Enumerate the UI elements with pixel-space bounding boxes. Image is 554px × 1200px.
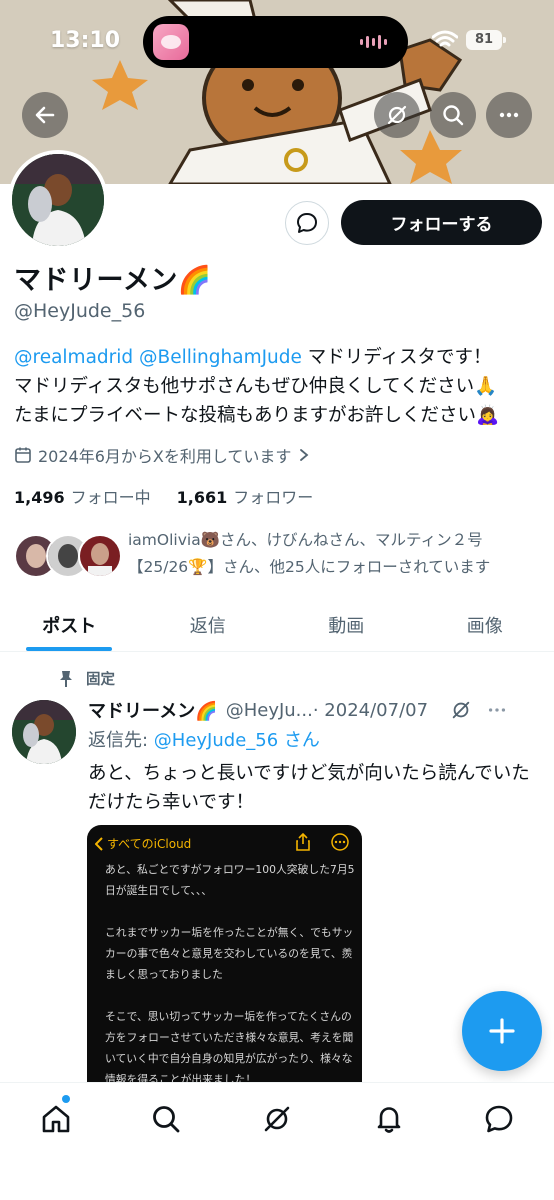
plus-icon — [489, 1018, 515, 1044]
post-header: マドリーメン🌈 @HeyJu... · 2024/07/07 — [88, 696, 544, 724]
following-count: 1,496 — [14, 488, 65, 507]
followers-label: フォロワー — [233, 488, 314, 507]
pin-icon — [60, 670, 72, 687]
grok-button[interactable] — [374, 92, 420, 138]
profile-bio: @realmadrid @BellinghamJude マドリディスタです！ マ… — [14, 343, 544, 430]
followers-stat[interactable]: 1,661 フォロワー — [177, 484, 314, 508]
avatar-photo — [12, 154, 104, 246]
reply-target-link[interactable]: @HeyJude_56 さん — [154, 730, 320, 751]
island-app-icon — [153, 24, 189, 60]
post-more-icon[interactable] — [486, 699, 508, 721]
followed-by-text: iamOlivia🐻さん、けびんねさん、マルティン２号 【25/26🏆】さん、他… — [128, 527, 548, 581]
bottom-nav — [0, 1082, 554, 1200]
reply-prefix: 返信先: — [88, 730, 154, 751]
nav-home[interactable] — [36, 1099, 76, 1139]
nav-grok[interactable] — [257, 1099, 297, 1139]
bio-mention-realmadrid[interactable]: @realmadrid — [14, 347, 133, 368]
bio-mention-bellingham[interactable]: @BellinghamJude — [139, 347, 302, 368]
pinned-label: 固定 — [86, 672, 115, 688]
profile-handle: @HeyJude_56 — [14, 300, 146, 322]
share-icon — [296, 833, 310, 851]
bio-text-2: マドリディスタも他サポさんもぜひ仲良くしてください🙏 — [14, 376, 498, 397]
notes-back-label: すべてのiCloud — [107, 837, 192, 851]
profile-name: マドリーメン🌈 — [14, 265, 213, 296]
post-date[interactable]: · 2024/07/07 — [313, 700, 428, 721]
more-button[interactable] — [486, 92, 532, 138]
follower-avatar-3 — [78, 534, 122, 578]
notes-back: すべてのiCloud — [95, 835, 191, 852]
back-button[interactable] — [22, 92, 68, 138]
grok-post-icon[interactable] — [450, 699, 472, 721]
follow-button[interactable]: フォローする — [341, 200, 542, 245]
tab-posts[interactable]: ポスト — [0, 598, 139, 651]
bell-icon — [377, 1107, 401, 1133]
search-icon — [153, 1106, 180, 1133]
arrow-left-icon — [35, 106, 55, 124]
post-author-name[interactable]: マドリーメン🌈 — [88, 697, 218, 723]
profile-avatar[interactable] — [8, 150, 108, 250]
more-horizontal-icon — [499, 112, 519, 118]
tab-replies[interactable]: 返信 — [139, 598, 278, 651]
tab-videos[interactable]: 動画 — [277, 598, 416, 651]
post-text: あと、ちょっと長いですけど気が向いたら読んでいただけたら幸いです！ — [88, 763, 530, 813]
status-time: 13:10 — [50, 28, 121, 53]
notes-more-icon — [331, 833, 349, 851]
grok-icon — [264, 1106, 290, 1132]
followers-count: 1,661 — [176, 488, 228, 507]
notification-dot — [62, 1095, 70, 1103]
messages-icon — [485, 1105, 513, 1133]
calendar-icon — [15, 447, 31, 463]
chevron-left-icon — [95, 836, 103, 851]
slash-circle-icon — [387, 105, 407, 125]
following-label: フォロー中 — [70, 488, 151, 507]
dynamic-island — [143, 16, 408, 68]
audio-wave-icon — [360, 35, 387, 49]
tab-images[interactable]: 画像 — [416, 598, 554, 651]
chevron-right-icon — [300, 449, 309, 461]
followed-by-line-1: iamOlivia🐻さん、けびんねさん、マルティン２号 — [128, 531, 483, 549]
search-button[interactable] — [430, 92, 476, 138]
wifi-icon — [432, 30, 458, 47]
post-author-handle[interactable]: @HeyJu... — [226, 700, 313, 721]
reply-to: 返信先: @HeyJude_56 さん — [88, 726, 320, 752]
bio-text-1: マドリディスタです！ — [301, 347, 492, 368]
compose-button[interactable] — [462, 991, 542, 1071]
followed-by[interactable]: iamOlivia🐻さん、けびんねさん、マルティン２号 【25/26🏆】さん、他… — [14, 527, 544, 587]
bio-text-3: たまにプライベートな投稿もありますがお許しください🙇‍♀️ — [14, 405, 499, 426]
notes-body: あと、私ごとですがフォロワー100人突破した7月5日が誕生日でして、、、 これま… — [105, 863, 355, 1105]
post-image[interactable]: すべてのiCloud あと、私ごとですがフォロワー100人突破した7月5日が誕生… — [87, 825, 362, 1105]
pinned-indicator: 固定 — [58, 668, 115, 689]
message-bubble-icon — [297, 213, 317, 233]
search-icon — [443, 105, 464, 126]
following-stat[interactable]: 1,496 フォロー中 — [14, 484, 151, 508]
followed-by-line-2: 【25/26🏆】さん、他25人にフォローされています — [128, 558, 491, 576]
nav-notifications[interactable] — [369, 1099, 409, 1139]
home-icon — [42, 1105, 70, 1133]
nav-messages[interactable] — [479, 1099, 519, 1139]
status-bar: 13:10 81 — [0, 0, 554, 80]
message-button[interactable] — [285, 201, 329, 245]
post-avatar-photo — [12, 700, 76, 764]
follow-stats: 1,496 フォロー中 1,661 フォロワー — [14, 484, 313, 508]
battery-indicator: 81 — [466, 30, 506, 50]
nav-search[interactable] — [146, 1099, 186, 1139]
joined-date[interactable]: 2024年6月からXを利用しています — [14, 443, 311, 467]
joined-text: 2024年6月からXを利用しています — [38, 447, 292, 466]
post-author-avatar[interactable] — [12, 700, 76, 764]
profile-tabs: ポスト 返信 動画 画像 — [0, 598, 554, 652]
